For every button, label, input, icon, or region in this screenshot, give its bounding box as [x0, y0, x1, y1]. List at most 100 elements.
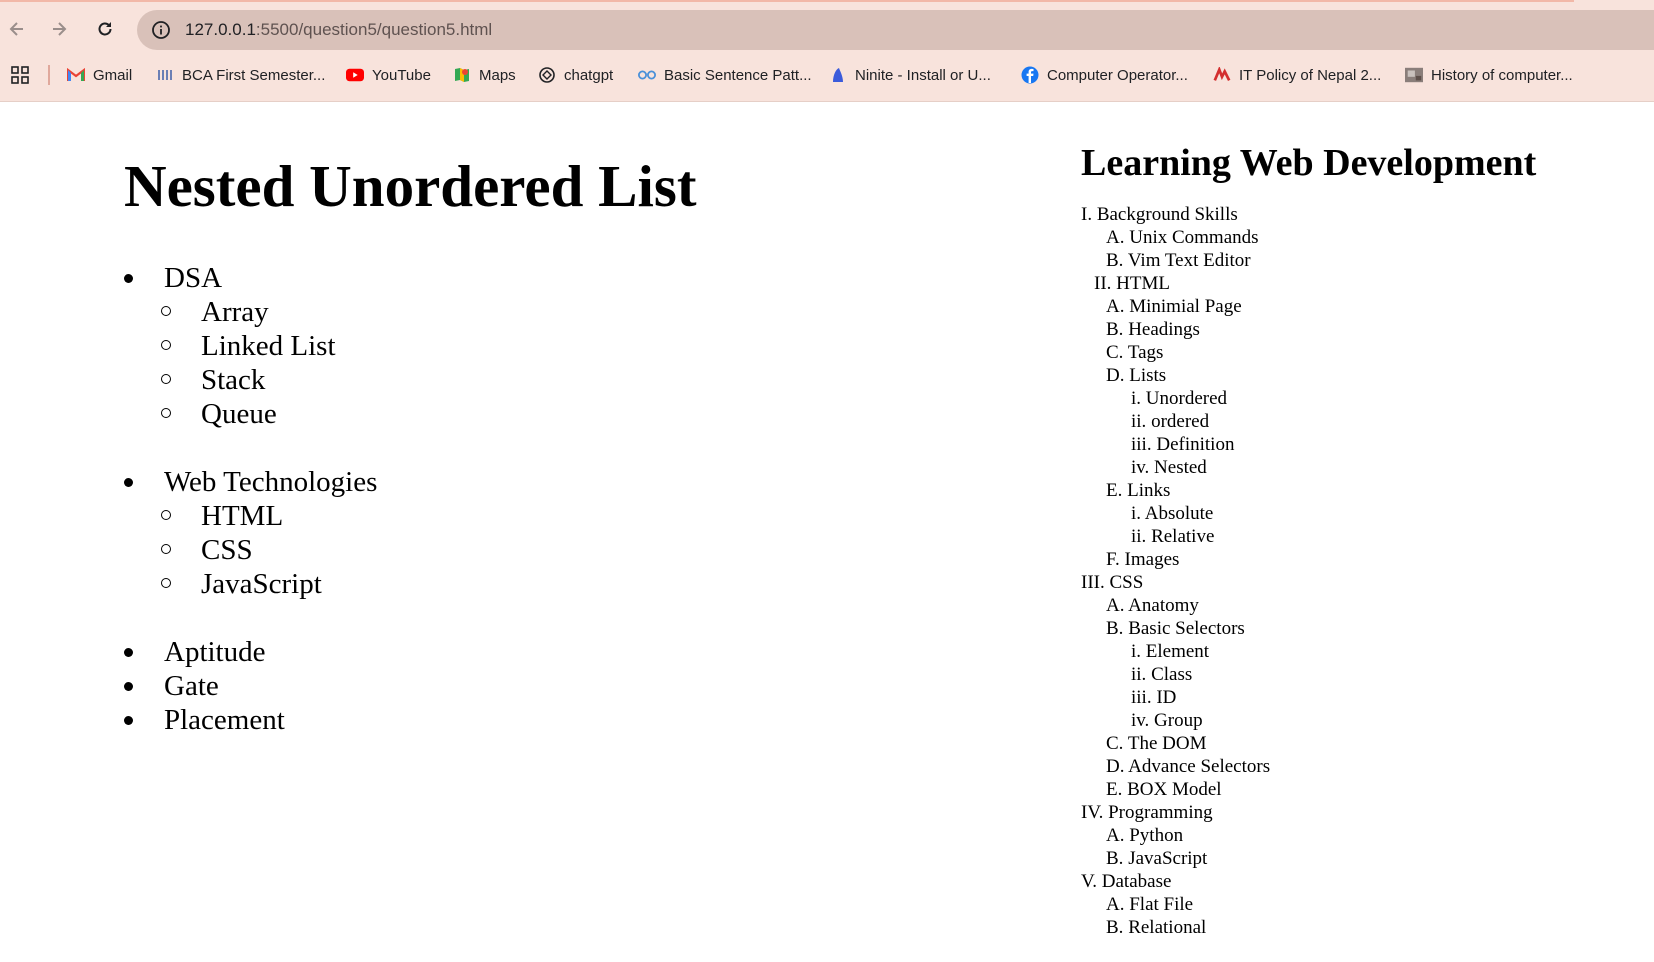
back-button[interactable] [2, 14, 32, 44]
outline-marker: E. [1106, 779, 1123, 800]
outline-marker: iii. [1131, 687, 1152, 708]
outline-item: III. CSS [1081, 571, 1143, 594]
facebook-icon [1021, 66, 1039, 84]
list-bullet-circle [161, 408, 171, 418]
list-item-linked-list: Linked List [201, 330, 336, 362]
bookmark-ninite[interactable]: Ninite - Install or U... [829, 60, 991, 90]
outline-text: Lists [1124, 365, 1167, 386]
outline-marker: i. [1131, 503, 1142, 524]
outline-text: ordered [1146, 411, 1210, 432]
outline-text: Relational [1123, 917, 1207, 938]
outline-text: Links [1122, 480, 1171, 501]
outline-item: IV. Programming [1081, 801, 1213, 824]
bookmark-maps[interactable]: Maps [453, 60, 516, 90]
bookmark-gmail[interactable]: Gmail [67, 60, 132, 90]
bookmark-label: Ninite - Install or U... [855, 66, 991, 84]
outline-item: i. Absolute [1131, 502, 1213, 525]
outline-marker: ii. [1131, 411, 1147, 432]
outline-item: E. BOX Model [1106, 778, 1222, 801]
outline-text: Flat File [1124, 894, 1194, 915]
outline-marker: E. [1106, 480, 1123, 501]
bookmark-chatgpt[interactable]: chatgpt [538, 60, 613, 90]
outline-item: A. Unix Commands [1106, 226, 1259, 249]
address-bar[interactable]: 127.0.0.1:5500/question5/question5.html [137, 10, 1654, 50]
outline-marker: F. [1106, 549, 1120, 570]
list-item-css: CSS [201, 534, 253, 566]
ninite-icon [829, 66, 847, 84]
outline-marker: V. [1081, 871, 1098, 892]
history-icon [1405, 66, 1423, 84]
itpolicy-icon [1213, 66, 1231, 84]
outline-item: I. Background Skills [1081, 203, 1238, 226]
outline-marker: iv. [1131, 710, 1150, 731]
outline-marker: B. [1106, 917, 1124, 938]
site-info-icon[interactable] [149, 18, 173, 42]
bca-icon [156, 66, 174, 84]
outline-marker: A. [1106, 894, 1125, 915]
outline-text: Background Skills [1092, 204, 1238, 225]
bookmark-label: Computer Operator... [1047, 66, 1188, 84]
outline-marker: D. [1106, 365, 1125, 386]
outline-text: Minimial Page [1124, 296, 1242, 317]
url-host: 127.0.0.1 [185, 20, 256, 39]
outline-item: A. Python [1106, 824, 1183, 847]
outline-text: Headings [1123, 319, 1200, 340]
url-text[interactable]: 127.0.0.1:5500/question5/question5.html [185, 20, 492, 40]
outline-text: Basic Selectors [1123, 618, 1245, 639]
outline-text: Programming [1103, 802, 1213, 823]
page-title: Nested Unordered List [124, 153, 697, 219]
bookmark-label: YouTube [372, 66, 431, 84]
outline-item: ii. ordered [1131, 410, 1209, 433]
list-bullet-circle [161, 306, 171, 316]
outline-title: Learning Web Development [1081, 142, 1537, 184]
list-bullet-disc [124, 682, 133, 691]
outline-marker: B. [1106, 250, 1124, 271]
outline-text: Element [1141, 641, 1210, 662]
outline-text: Images [1119, 549, 1180, 570]
bookmark-bca-first-semester[interactable]: BCA First Semester... [156, 60, 325, 90]
outline-text: Python [1124, 825, 1184, 846]
list-item-placement: Placement [164, 704, 285, 736]
bookmark-history-of-computer[interactable]: History of computer... [1405, 60, 1573, 90]
apps-button[interactable] [10, 60, 30, 90]
outline-item: iv. Group [1131, 709, 1203, 732]
bookmark-youtube[interactable]: YouTube [346, 60, 431, 90]
outline-text: Unordered [1141, 388, 1228, 409]
list-item-stack: Stack [201, 364, 266, 396]
outline-marker: B. [1106, 848, 1124, 869]
outline-marker: C. [1106, 342, 1124, 363]
outline-item: D. Lists [1106, 364, 1166, 387]
outline-text: Group [1149, 710, 1203, 731]
outline-marker: i. [1131, 388, 1142, 409]
outline-text: Vim Text Editor [1123, 250, 1251, 271]
forward-button[interactable] [44, 14, 74, 44]
outline-item: B. Vim Text Editor [1106, 249, 1251, 272]
list-bullet-disc [124, 274, 133, 283]
outline-marker: B. [1106, 618, 1124, 639]
outline-item: E. Links [1106, 479, 1170, 502]
list-item-javascript: JavaScript [201, 568, 322, 600]
outline-text: Definition [1151, 434, 1235, 455]
outline-item: C. The DOM [1106, 732, 1206, 755]
outline-item: B. Relational [1106, 916, 1206, 939]
bookmark-label: Maps [479, 66, 516, 84]
list-bullet-disc [124, 716, 133, 725]
outline-marker: A. [1106, 227, 1125, 248]
outline-text: Advance Selectors [1124, 756, 1271, 777]
reload-button[interactable] [90, 14, 120, 44]
bookmarks-divider [48, 65, 50, 85]
bookmark-label: Gmail [93, 66, 133, 84]
outline-item: iii. ID [1131, 686, 1176, 709]
outline-item: F. Images [1106, 548, 1179, 571]
bookmark-computer-operator[interactable]: Computer Operator... [1021, 60, 1188, 90]
tab-accent-line [0, 0, 1574, 2]
bookmark-label: Basic Sentence Patt... [664, 66, 812, 84]
outline-marker: A. [1106, 296, 1125, 317]
outline-item: ii. Relative [1131, 525, 1214, 548]
outline-section: Learning Web Development [1081, 138, 1536, 188]
bookmark-it-policy[interactable]: IT Policy of Nepal 2... [1213, 60, 1381, 90]
outline-marker: iv. [1131, 457, 1150, 478]
outline-item: B. Headings [1106, 318, 1200, 341]
bookmark-basic-sentence[interactable]: Basic Sentence Patt... [638, 60, 812, 90]
outline-text: Database [1097, 871, 1172, 892]
